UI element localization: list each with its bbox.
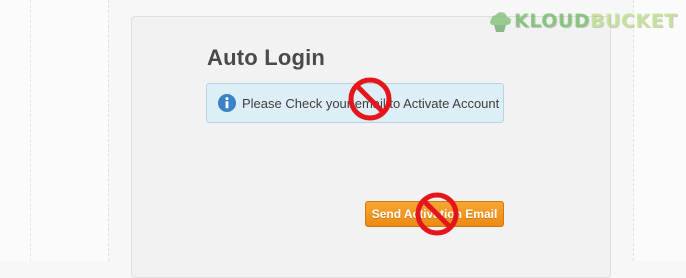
cloud-bucket-logo-icon [490,12,511,32]
login-panel [131,16,611,278]
left-background-column [0,0,109,261]
watermark-text: KLOUDBUCKET [514,10,678,32]
alert-message: Please Check your email to Activate Acco… [242,95,500,111]
activation-alert: Please Check your email to Activate Acco… [206,83,504,123]
page-title: Auto Login [207,45,326,70]
info-icon [218,94,236,112]
kloudbucket-watermark: KLOUDBUCKET [486,6,678,36]
send-activation-email-button[interactable]: Send Activation Email [365,201,504,227]
right-background-column [633,0,686,261]
